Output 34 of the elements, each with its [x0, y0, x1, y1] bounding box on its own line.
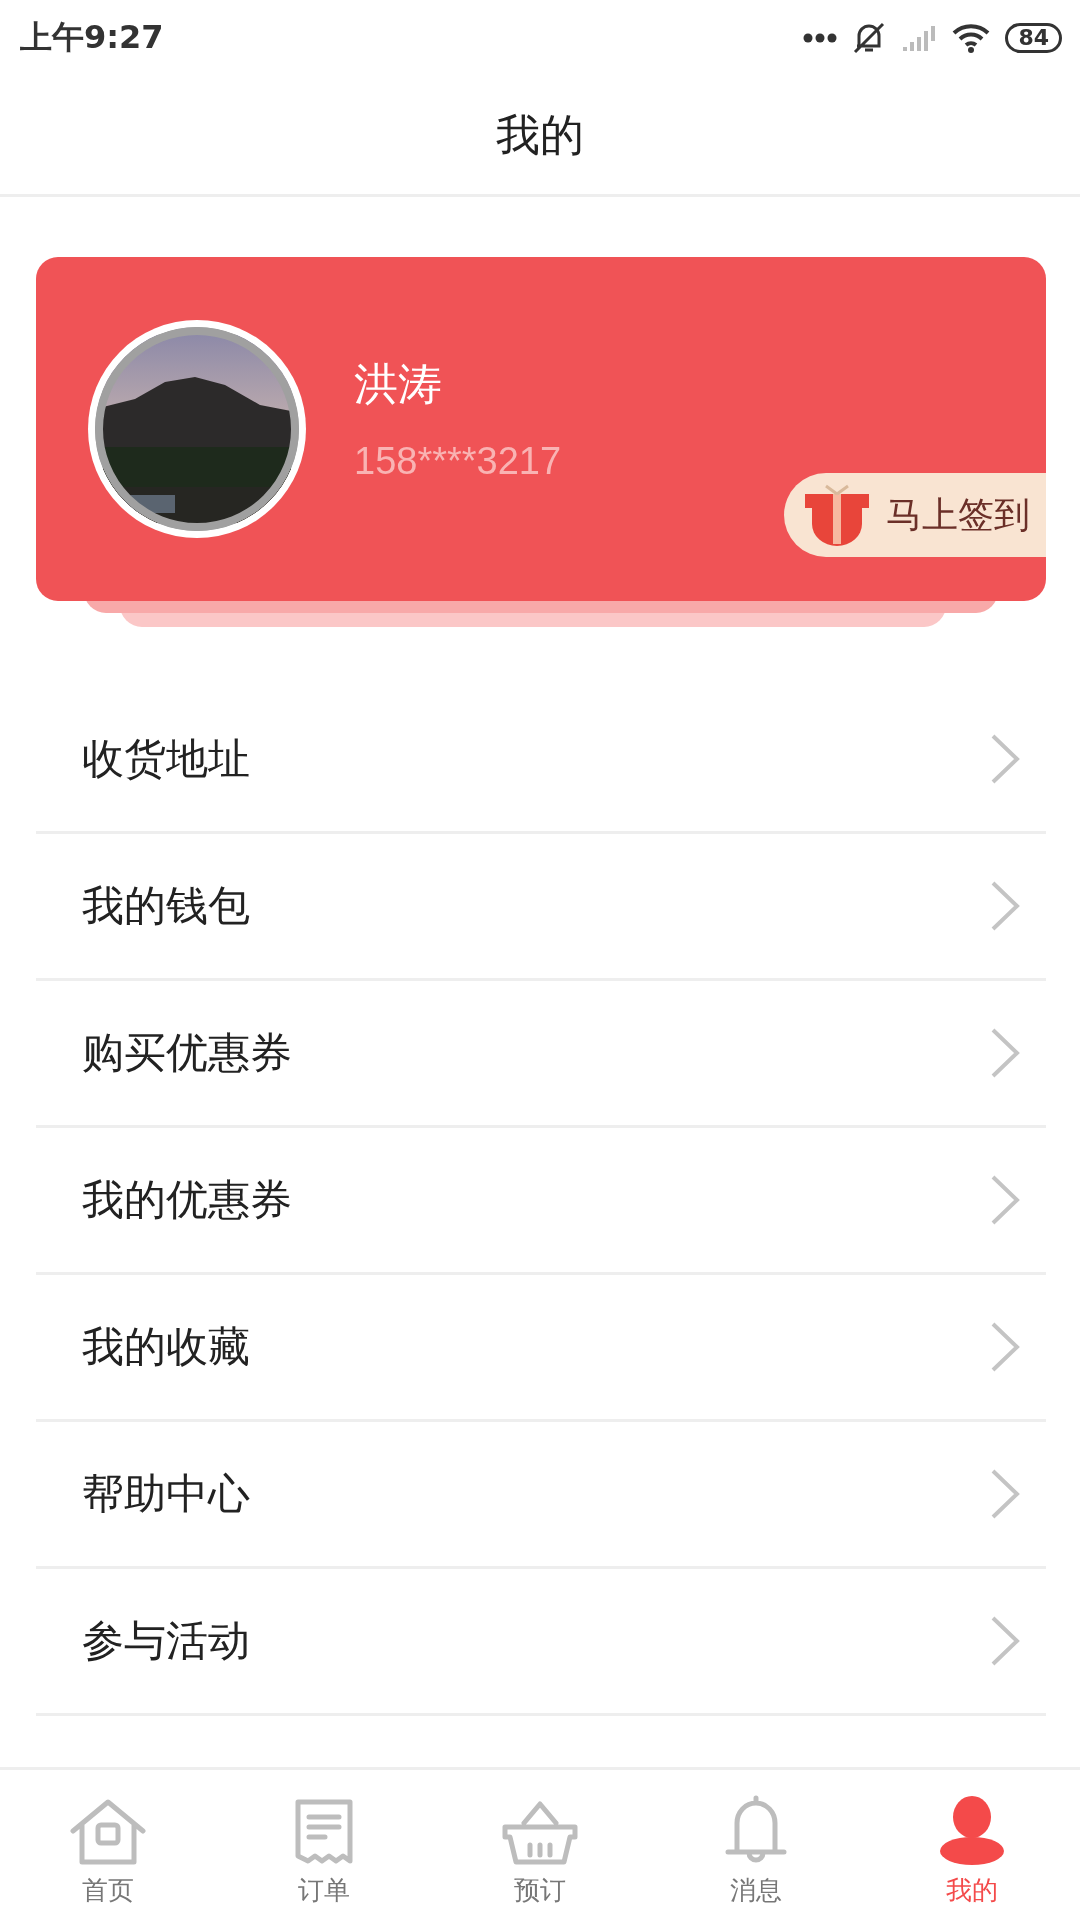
- wifi-icon: [951, 22, 992, 54]
- user-name: 洪涛: [354, 357, 443, 411]
- person-icon: [939, 1795, 1005, 1865]
- gift-icon: [802, 484, 872, 546]
- chevron-right-icon: [990, 880, 1020, 932]
- menu-item[interactable]: 收货地址: [36, 687, 1046, 834]
- status-time: 上午9:27: [20, 17, 164, 58]
- checkin-button[interactable]: 马上签到: [784, 473, 1046, 557]
- tab-item[interactable]: 预订: [432, 1770, 648, 1920]
- bell-icon: [725, 1795, 787, 1865]
- menu-item[interactable]: 我的收藏: [36, 1275, 1046, 1422]
- chevron-right-icon: [990, 1321, 1020, 1373]
- page-title: 我的: [496, 107, 584, 162]
- menu-item[interactable]: 我的优惠券: [36, 1128, 1046, 1275]
- tab-item[interactable]: 首页: [0, 1770, 216, 1920]
- receipt-icon: [295, 1799, 353, 1865]
- basket-icon: [502, 1799, 578, 1865]
- chevron-right-icon: [990, 733, 1020, 785]
- menu-item[interactable]: 帮助中心: [36, 1422, 1046, 1569]
- menu-item[interactable]: 购买优惠券: [36, 981, 1046, 1128]
- menu-item[interactable]: 参与活动: [36, 1569, 1046, 1716]
- tab-item[interactable]: 我的: [864, 1770, 1080, 1920]
- tab-item[interactable]: 消息: [648, 1770, 864, 1920]
- phone-number: 158****3217: [354, 440, 562, 483]
- menu-item[interactable]: 我的钱包: [36, 834, 1046, 981]
- chevron-right-icon: [990, 1174, 1020, 1226]
- chevron-right-icon: [990, 1615, 1020, 1667]
- chevron-right-icon: [990, 1468, 1020, 1520]
- tab-item[interactable]: 订单: [216, 1770, 432, 1920]
- chevron-right-icon: [990, 1027, 1020, 1079]
- home-icon: [70, 1799, 146, 1865]
- signal-icon: [901, 23, 938, 53]
- battery-level: 84: [1005, 23, 1062, 53]
- more-icon: [803, 33, 838, 43]
